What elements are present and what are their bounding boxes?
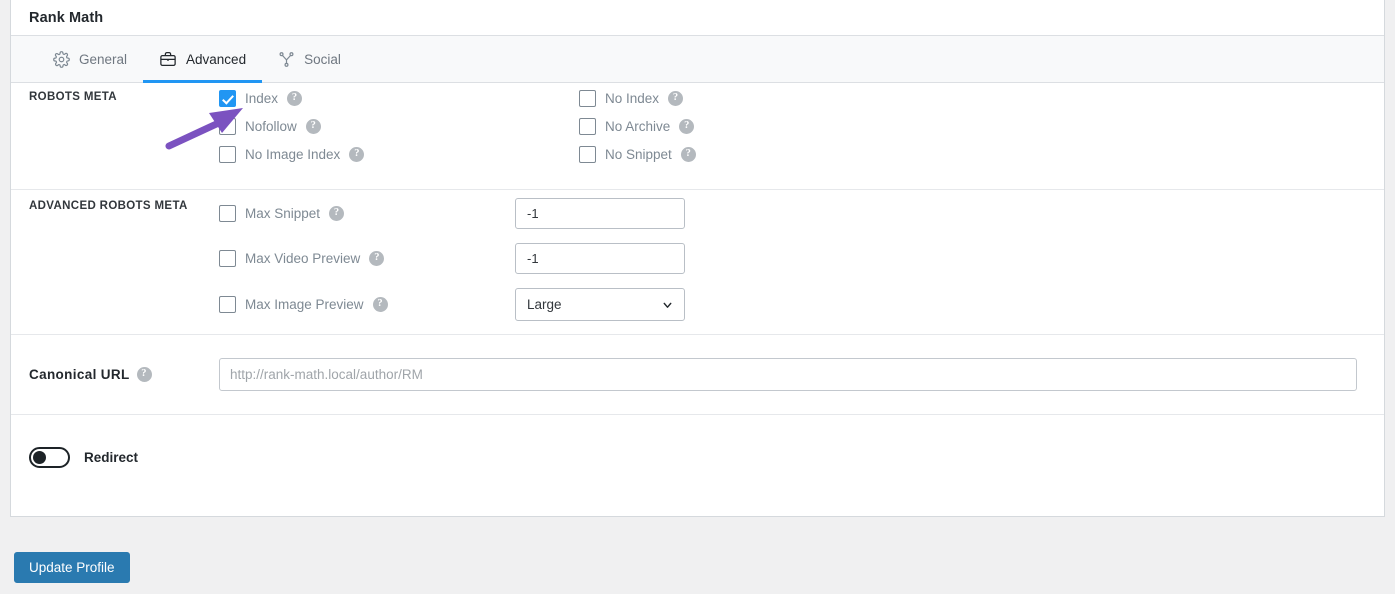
max-image-preview-checkbox[interactable] [219,296,236,313]
advanced-row-max-image-preview: Max Image Preview ? Large [219,288,1384,321]
no-archive-checkbox[interactable] [579,117,596,135]
update-profile-button[interactable]: Update Profile [14,552,130,583]
no-snippet-checkbox[interactable] [579,145,596,163]
help-icon[interactable]: ? [329,206,345,221]
help-icon[interactable]: ? [287,90,303,106]
tab-advanced-label: Advanced [186,51,247,67]
checkbox-row-index[interactable]: Index ? [219,89,579,107]
help-icon[interactable]: ? [349,146,365,162]
rank-math-panel: Rank Math General Advanced Social ROBOTS… [10,0,1385,517]
toggle-knob [33,450,46,464]
canonical-url-section: Canonical URL ? [11,335,1384,415]
checkbox-row-no-snippet[interactable]: No Snippet ? [579,145,696,163]
help-icon[interactable]: ? [680,146,696,162]
checkbox-row-max-snippet[interactable]: Max Snippet ? [219,205,515,223]
briefcase-icon [159,50,177,68]
max-image-preview-select[interactable]: Large [515,288,685,321]
robots-meta-right-column: No Index ? No Archive ? No Snippet ? [579,89,696,189]
tab-advanced[interactable]: Advanced [143,36,263,83]
robots-meta-section: ROBOTS META Index ? Nofollow ? No Image … [11,83,1384,190]
redirect-label: Redirect [84,449,139,465]
tab-social-label: Social [304,51,341,67]
max-image-preview-value: Large [527,297,562,312]
tab-bar: General Advanced Social [11,36,1384,83]
checkbox-row-no-index[interactable]: No Index ? [579,89,696,107]
max-video-preview-checkbox[interactable] [219,250,236,267]
max-video-preview-input[interactable] [515,243,685,274]
index-label: Index [245,90,279,106]
redirect-toggle[interactable] [29,446,70,468]
robots-meta-left-column: Index ? Nofollow ? No Image Index ? [219,89,579,189]
no-archive-label: No Archive [605,118,671,134]
tab-social[interactable]: Social [262,36,357,82]
checkbox-row-nofollow[interactable]: Nofollow ? [219,117,579,135]
checkbox-row-max-image-preview[interactable]: Max Image Preview ? [219,296,515,314]
robots-meta-label: ROBOTS META [29,91,117,103]
max-image-preview-select-wrap: Large [515,288,685,321]
help-icon[interactable]: ? [369,251,385,266]
help-icon[interactable]: ? [668,90,684,106]
max-snippet-label: Max Snippet [245,206,321,221]
gear-icon [53,50,70,68]
no-image-index-label: No Image Index [245,146,341,162]
canonical-url-label: Canonical URL [29,367,130,382]
canonical-url-label-wrap: Canonical URL ? [11,367,219,382]
max-image-preview-label: Max Image Preview [245,297,364,312]
help-icon[interactable]: ? [372,297,388,312]
max-video-preview-label: Max Video Preview [245,251,361,266]
max-snippet-input[interactable] [515,198,685,229]
nofollow-label: Nofollow [245,118,297,134]
share-icon [278,51,295,68]
checkbox-row-no-archive[interactable]: No Archive ? [579,117,696,135]
no-index-checkbox[interactable] [579,89,596,107]
help-icon[interactable]: ? [679,118,695,134]
help-icon[interactable]: ? [305,118,321,134]
checkbox-row-max-video-preview[interactable]: Max Video Preview ? [219,250,515,268]
advanced-robots-meta-section: ADVANCED ROBOTS META Max Snippet ? Max V… [11,190,1384,335]
canonical-url-input[interactable] [219,358,1357,391]
checkbox-row-no-image-index[interactable]: No Image Index ? [219,145,579,163]
tab-general-label: General [79,51,128,67]
max-snippet-checkbox[interactable] [219,205,236,222]
advanced-row-max-video-preview: Max Video Preview ? [219,243,1384,274]
advanced-row-max-snippet: Max Snippet ? [219,198,1384,229]
no-image-index-checkbox[interactable] [219,145,236,163]
page-title: Rank Math [29,9,104,26]
index-checkbox[interactable] [219,89,236,107]
help-icon[interactable]: ? [136,367,152,382]
tab-general[interactable]: General [37,36,143,82]
no-index-label: No Index [605,90,660,106]
panel-header: Rank Math [11,0,1384,36]
no-snippet-label: No Snippet [605,146,672,162]
advanced-robots-meta-label: ADVANCED ROBOTS META [29,200,188,212]
nofollow-checkbox[interactable] [219,117,236,135]
redirect-section: Redirect [11,415,1384,499]
